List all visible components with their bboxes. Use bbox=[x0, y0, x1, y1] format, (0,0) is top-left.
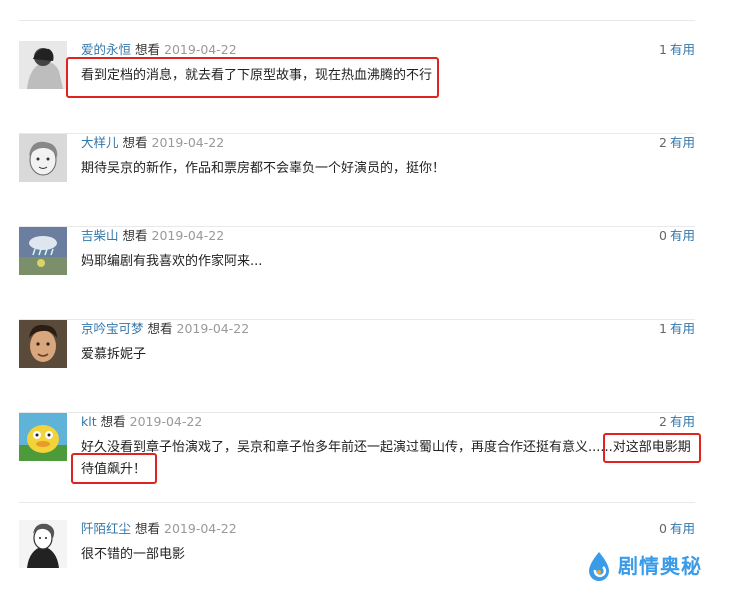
vote-count: 2 bbox=[659, 135, 667, 150]
rating-status: 想看 bbox=[135, 42, 161, 57]
comment-meta: 大样儿 想看 2019-04-22 bbox=[81, 134, 224, 152]
avatar[interactable] bbox=[19, 413, 67, 461]
comment-text: 看到定档的消息，就去看了下原型故事，现在热血沸腾的不行 bbox=[81, 68, 433, 83]
comment-date: 2019-04-22 bbox=[164, 521, 237, 536]
rating-status: 想看 bbox=[122, 135, 148, 150]
useful-vote[interactable]: 2 有用 bbox=[659, 413, 695, 431]
comment-date: 2019-04-22 bbox=[151, 228, 225, 243]
watermark-text: 剧情奥秘 bbox=[618, 554, 702, 578]
username-link[interactable]: 吉柴山 bbox=[81, 228, 119, 243]
comment-text: 期待吴京的新作，作品和票房都不会辜负一个好演员的，挺你！ bbox=[81, 161, 446, 176]
list-top-divider bbox=[19, 20, 695, 21]
vote-count: 2 bbox=[659, 414, 667, 429]
avatar[interactable] bbox=[19, 227, 67, 275]
comment-meta: 阡陌红尘 想看 2019-04-22 bbox=[81, 520, 237, 538]
username-link[interactable]: klt bbox=[81, 414, 97, 429]
comment-item: 大样儿 想看 2019-04-22 2 有用 期待吴京的新作，作品和票房都不会辜负一个… bbox=[19, 134, 695, 227]
comment-item: 爱的永恒 想看 2019-04-22 1 有用 看到定档的消息，就去看了下原型故事，现… bbox=[19, 41, 695, 134]
vote-count: 1 bbox=[659, 42, 667, 57]
avatar[interactable] bbox=[19, 320, 67, 368]
rating-status: 想看 bbox=[147, 321, 173, 336]
vote-count: 0 bbox=[659, 228, 667, 243]
useful-vote[interactable]: 0 有用 bbox=[659, 520, 695, 538]
comment-item: 京吟宝可梦 想看 2019-04-22 1 有用 爱慕拆妮子 bbox=[19, 320, 695, 413]
comment-text: 妈耶编剧有我喜欢的作家阿来... bbox=[81, 254, 263, 269]
avatar[interactable] bbox=[19, 520, 67, 568]
rating-status: 想看 bbox=[135, 521, 161, 536]
vote-count: 0 bbox=[659, 521, 667, 536]
comment-item: klt 想看 2019-04-22 2 有用 好久没看到章子怡演戏了，吴京和章子怡多年… bbox=[19, 413, 695, 503]
useful-vote[interactable]: 1 有用 bbox=[659, 41, 695, 59]
droplet-logo-icon bbox=[589, 552, 609, 581]
vote-count: 1 bbox=[659, 321, 667, 336]
username-link[interactable]: 大样儿 bbox=[81, 135, 119, 150]
rating-status: 想看 bbox=[122, 228, 148, 243]
comment-date: 2019-04-22 bbox=[176, 321, 250, 336]
useful-vote[interactable]: 1 有用 bbox=[659, 320, 695, 338]
comment-item: 吉柴山 想看 2019-04-22 0 有用 妈耶编剧有我喜欢的作家阿来... bbox=[19, 227, 695, 320]
useful-button[interactable]: 有用 bbox=[670, 414, 695, 429]
rating-status: 想看 bbox=[100, 414, 126, 429]
username-link[interactable]: 爱的永恒 bbox=[81, 42, 131, 57]
comment-date: 2019-04-22 bbox=[151, 135, 225, 150]
avatar[interactable] bbox=[19, 41, 67, 89]
useful-button[interactable]: 有用 bbox=[670, 42, 695, 57]
watermark-logo: 剧情奥秘 bbox=[584, 549, 702, 583]
comment-date: 2019-04-22 bbox=[129, 414, 203, 429]
comment-text: 好久没看到章子怡演戏了，吴京和章子怡多年前还一起演过蜀山传，再度合作还挺有意义.… bbox=[81, 440, 691, 477]
comment-meta: klt 想看 2019-04-22 bbox=[81, 413, 202, 431]
useful-button[interactable]: 有用 bbox=[670, 135, 695, 150]
useful-button[interactable]: 有用 bbox=[670, 228, 695, 243]
useful-button[interactable]: 有用 bbox=[670, 521, 695, 536]
avatar[interactable] bbox=[19, 134, 67, 182]
comment-date: 2019-04-22 bbox=[164, 42, 237, 57]
comment-meta: 京吟宝可梦 想看 2019-04-22 bbox=[81, 320, 249, 338]
useful-vote[interactable]: 2 有用 bbox=[659, 134, 695, 152]
username-link[interactable]: 京吟宝可梦 bbox=[81, 321, 144, 336]
comment-meta: 爱的永恒 想看 2019-04-22 bbox=[81, 41, 237, 59]
comment-meta: 吉柴山 想看 2019-04-22 bbox=[81, 227, 224, 245]
comment-text: 爱慕拆妮子 bbox=[81, 347, 147, 362]
useful-vote[interactable]: 0 有用 bbox=[659, 227, 695, 245]
username-link[interactable]: 阡陌红尘 bbox=[81, 521, 131, 536]
useful-button[interactable]: 有用 bbox=[670, 321, 695, 336]
